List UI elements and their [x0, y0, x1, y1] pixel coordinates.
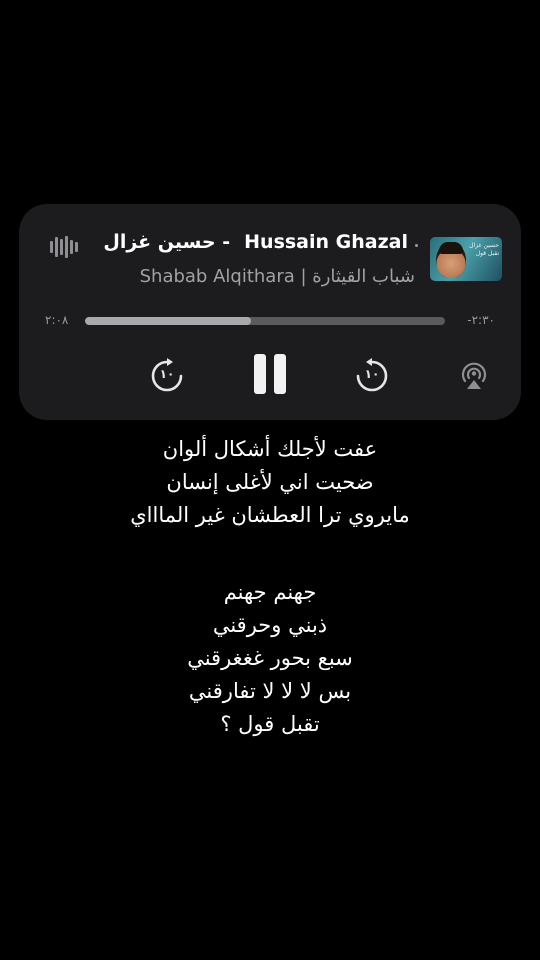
lyric-line: سبع بحور غغغرقني: [187, 646, 353, 670]
pause-button[interactable]: [250, 350, 290, 398]
lyrics-stanza-2: جهنم جهنم ذبني وحرقني سبع بحور غغغرقني ب…: [0, 576, 540, 741]
track-title-latin: Hussain Ghazal: [244, 231, 408, 253]
lyric-line: عفت لأجلك أشكال ألوان: [162, 437, 378, 461]
artwork-caption-line1: حسين غزال: [469, 242, 499, 249]
progress-fill: [85, 317, 251, 325]
time-elapsed: ٢:٠٨: [45, 313, 69, 327]
lyric-line: مايروي ترا العطشان غير الماااي: [130, 503, 410, 527]
artwork-caption-line2: تقبل قول: [475, 250, 499, 257]
lyric-line: ذبني وحرقني: [212, 613, 328, 637]
progress-scrubber[interactable]: [85, 317, 445, 325]
track-artist: Shabab Alqithara | شباب القيثارة: [139, 266, 415, 287]
lyric-line: تقبل قول ؟: [220, 712, 320, 736]
lyric-line: بس لا لا لا تفارقني: [188, 679, 352, 703]
now-playing-widget[interactable]: حسين غزال تقبل قول حسين غزال - Hussain G…: [19, 204, 521, 420]
lyric-line: جهنم جهنم: [223, 580, 317, 604]
lyric-line: ضحيت اني لأغلى إنسان: [166, 470, 374, 494]
skip-forward-button[interactable]: ١٠: [352, 356, 392, 396]
track-title-arabic: حسين غزال -: [103, 231, 231, 253]
skip-back-label: ١٠: [159, 367, 175, 381]
skip-forward-label: ١٠: [364, 367, 380, 381]
album-artwork[interactable]: حسين غزال تقبل قول: [430, 237, 502, 281]
pause-icon: [250, 350, 290, 398]
artist-photo: [436, 242, 466, 278]
separator-dot: [415, 244, 418, 247]
airplay-icon: [461, 362, 487, 389]
lyrics-stanza-1: عفت لأجلك أشكال ألوان ضحيت اني لأغلى إنس…: [0, 433, 540, 532]
artwork-caption: حسين غزال تقبل قول: [467, 242, 499, 258]
time-remaining: -٢:٣٠: [467, 313, 495, 327]
skip-back-button[interactable]: ١٠: [147, 356, 187, 396]
airplay-button[interactable]: [458, 359, 490, 391]
track-title: حسين غزال - Hussain Ghazal: [94, 229, 408, 255]
waveform-icon: [50, 235, 78, 259]
